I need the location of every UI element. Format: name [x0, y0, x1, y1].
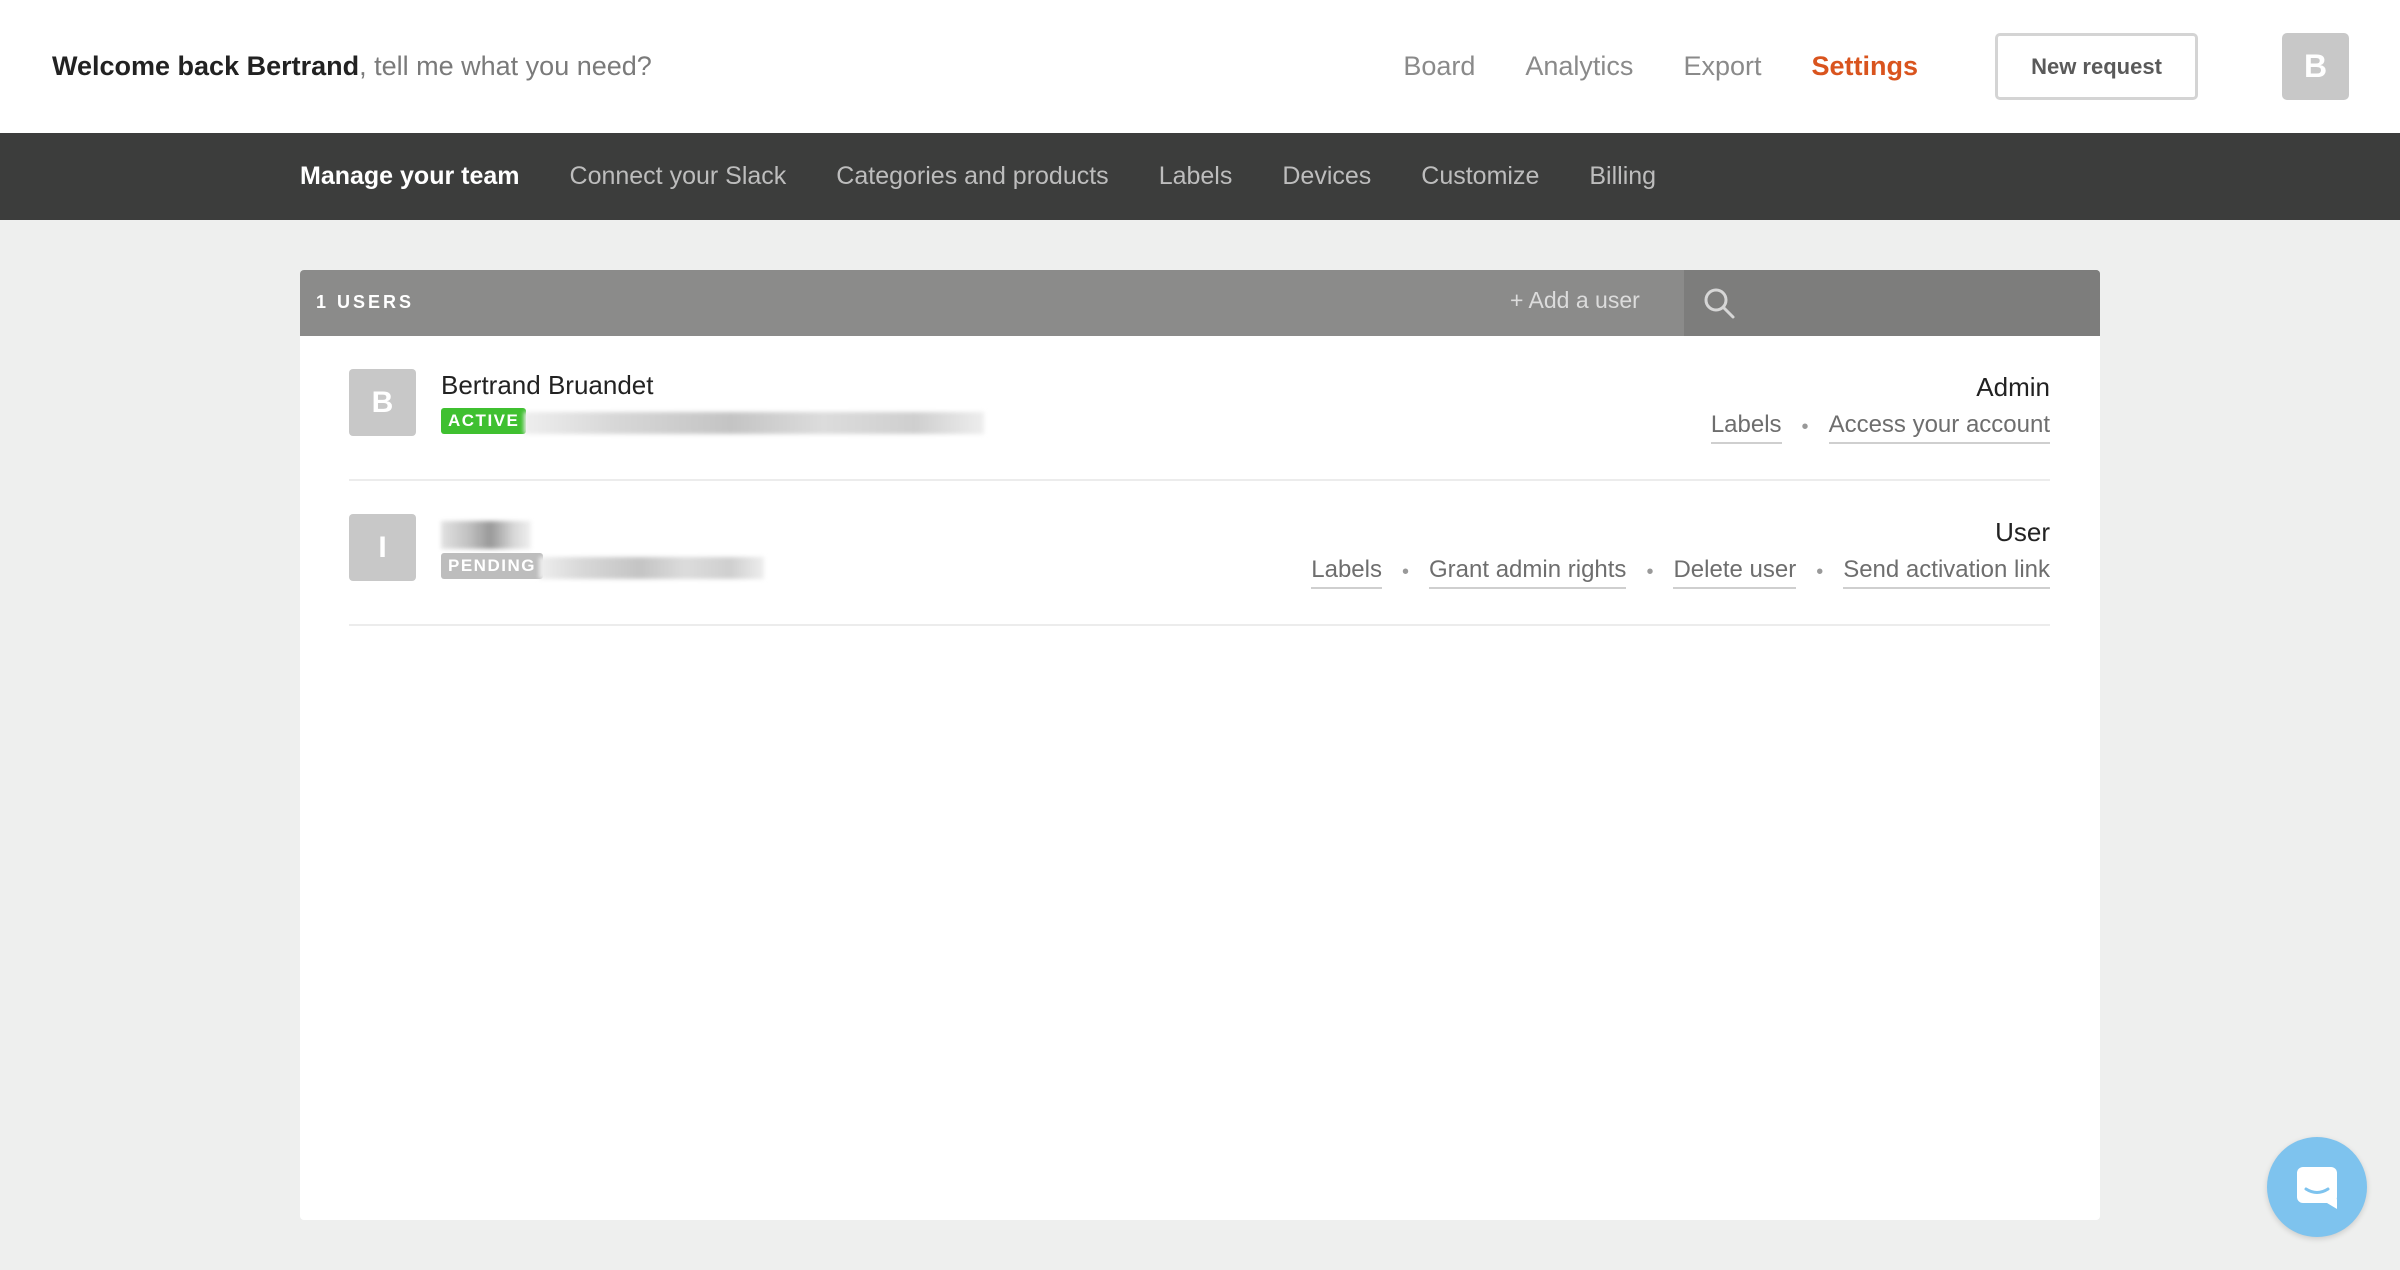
labels-link[interactable]: Labels: [1311, 556, 1382, 589]
redacted-email: [539, 557, 764, 579]
separator-dot: •: [1402, 561, 1410, 583]
user-name: Bertrand Bruandet: [441, 370, 654, 400]
subnav-categories-products[interactable]: Categories and products: [836, 162, 1108, 191]
users-count: 1 USERS: [316, 292, 415, 312]
subnav-manage-team[interactable]: Manage your team: [300, 162, 520, 191]
team-panel: 1 USERS + Add a user B Bertrand Bruandet…: [300, 270, 2100, 1220]
send-activation-link[interactable]: Send activation link: [1843, 556, 2050, 589]
access-account-link[interactable]: Access your account: [1828, 411, 2050, 444]
avatar: B: [349, 369, 416, 436]
separator-dot: •: [1646, 561, 1654, 583]
new-request-button[interactable]: New request: [1995, 33, 2198, 100]
search-icon[interactable]: [1702, 286, 1736, 320]
user-actions: Labels • Access your account: [1710, 411, 2050, 444]
nav-board[interactable]: Board: [1403, 51, 1475, 82]
team-panel-header: 1 USERS + Add a user: [300, 270, 2100, 336]
add-user-button[interactable]: + Add a user: [1510, 287, 1640, 314]
main-nav: Board Analytics Export Settings: [1353, 0, 1918, 133]
subnav-connect-slack[interactable]: Connect your Slack: [570, 162, 787, 191]
chat-launcher-button[interactable]: [2267, 1137, 2367, 1237]
welcome-prompt: , tell me what you need?: [359, 51, 652, 81]
subnav-labels[interactable]: Labels: [1159, 162, 1233, 191]
welcome-message: Welcome back Bertrand, tell me what you …: [52, 48, 652, 84]
grant-admin-link[interactable]: Grant admin rights: [1429, 556, 1627, 589]
nav-settings[interactable]: Settings: [1811, 51, 1918, 82]
labels-link[interactable]: Labels: [1710, 411, 1782, 444]
user-actions: Labels • Grant admin rights • Delete use…: [1311, 556, 2050, 589]
subnav-devices[interactable]: Devices: [1282, 162, 1371, 191]
status-badge: ACTIVE: [441, 408, 527, 434]
separator-dot: •: [1801, 416, 1809, 438]
subnav-billing[interactable]: Billing: [1589, 162, 1656, 191]
settings-subnav: Manage your team Connect your Slack Cate…: [0, 133, 2400, 220]
nav-export[interactable]: Export: [1683, 51, 1761, 82]
welcome-name: Welcome back Bertrand: [52, 51, 360, 81]
status-badge: PENDING: [441, 553, 543, 579]
user-avatar[interactable]: B: [2282, 33, 2349, 100]
redacted-email: [524, 412, 984, 434]
user-search: [1684, 270, 2100, 336]
user-role: Admin: [1976, 372, 2050, 402]
nav-analytics[interactable]: Analytics: [1525, 51, 1633, 82]
search-input[interactable]: [1744, 282, 2084, 324]
delete-user-link[interactable]: Delete user: [1673, 556, 1797, 589]
chat-icon: [2297, 1167, 2337, 1209]
user-row: B Bertrand Bruandet ACTIVE Admin Labels …: [349, 336, 2050, 481]
user-row: I PENDING User Labels • Grant admin righ…: [349, 481, 2050, 626]
separator-dot: •: [1816, 561, 1824, 583]
user-role: User: [1995, 517, 2050, 547]
subnav-customize[interactable]: Customize: [1421, 162, 1539, 191]
top-header: Welcome back Bertrand, tell me what you …: [0, 0, 2400, 133]
avatar: I: [349, 514, 416, 581]
redacted-name: [441, 521, 531, 549]
